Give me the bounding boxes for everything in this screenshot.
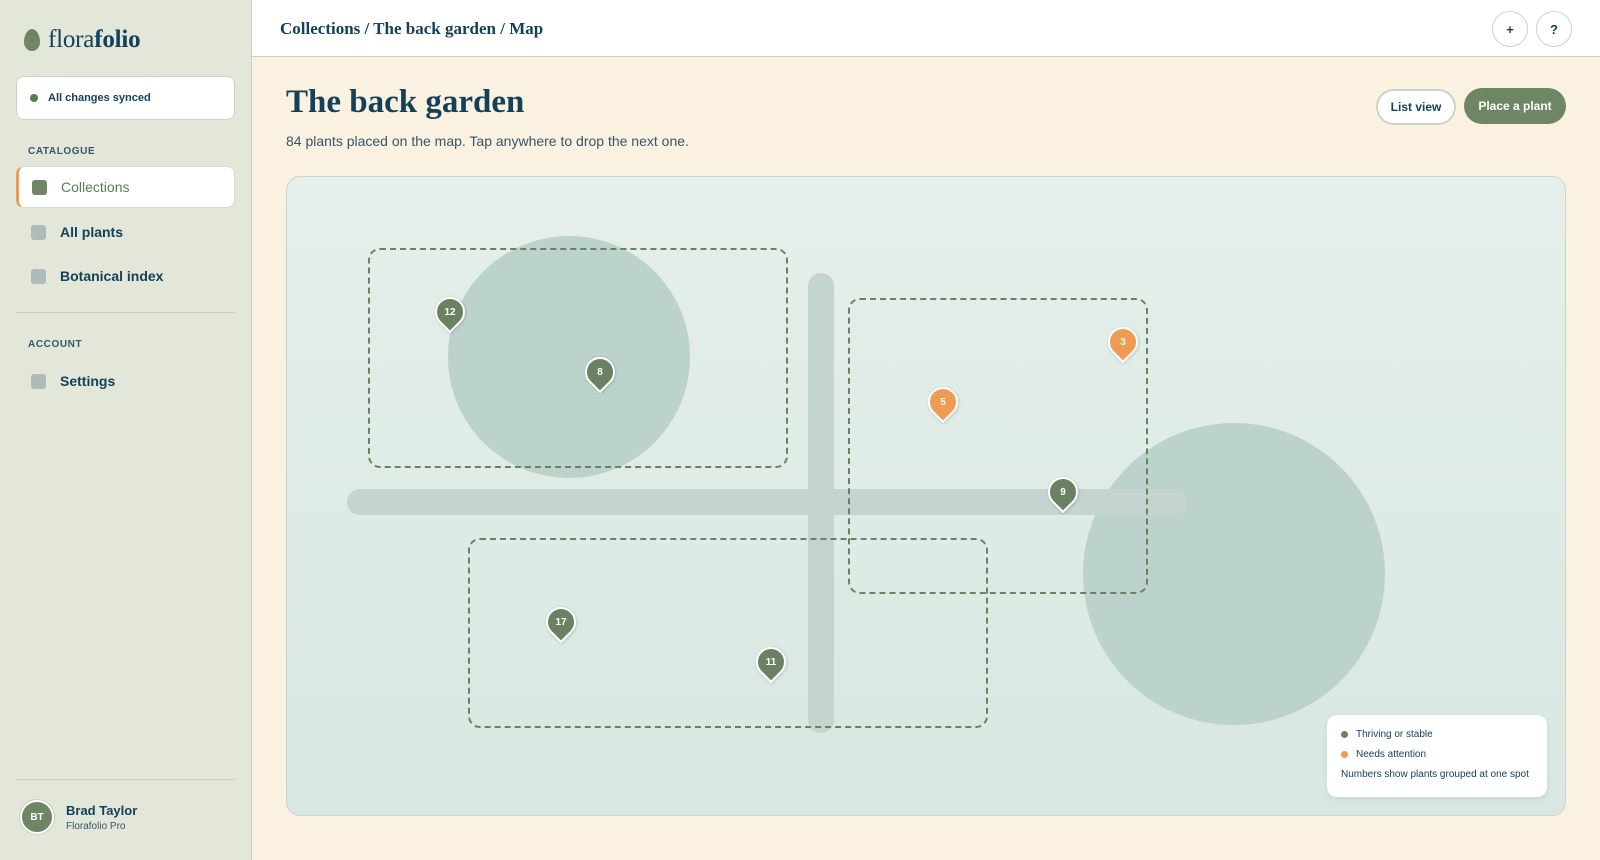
garden-map[interactable]: 12 8 3 5 9 17 11 Thriving or stable Need… [286,176,1566,816]
page-title: The back garden [286,84,525,120]
user-plan: Florafolio Pro [66,820,126,832]
pin-count: 11 [765,656,777,668]
thriving-dot-icon [1341,731,1348,738]
user-name: Brad Taylor [66,802,138,818]
sidebar-divider [16,779,235,780]
pin-count: 9 [1060,486,1066,498]
top-bar: Collections / The back garden / Map + ? [252,0,1600,57]
collections-icon [32,179,47,195]
pin-count: 3 [1120,336,1126,348]
plants-icon [31,224,46,240]
catalogue-section-label: CATALOGUE [28,146,96,157]
index-icon [31,268,46,284]
map-legend: Thriving or stable Needs attention Numbe… [1327,715,1547,797]
pin-count: 17 [555,616,567,628]
logo-text: florafolio [48,26,141,53]
add-button[interactable]: + [1492,11,1528,47]
help-button[interactable]: ? [1536,11,1572,47]
settings-icon [31,373,46,389]
breadcrumb: Collections / The back garden / Map [280,19,544,38]
legend-label: Needs attention [1356,749,1427,760]
legend-row-thriving: Thriving or stable [1341,729,1533,740]
attention-dot-icon [1341,751,1348,758]
pin-count: 8 [597,366,603,378]
sync-status-text: All changes synced [48,92,151,104]
sidebar-item-label: All plants [60,224,124,240]
pin-count: 12 [444,306,456,318]
leaf-icon [24,29,40,51]
sidebar-item-botanical-index[interactable]: Botanical index [16,255,235,297]
garden-bed[interactable] [368,248,788,468]
sync-dot-icon [30,94,38,102]
sidebar-item-label: Settings [60,373,116,389]
pin-count: 5 [940,396,946,408]
sidebar-item-label: Botanical index [60,268,164,284]
sidebar: florafolio All changes synced CATALOGUE … [0,0,252,860]
avatar: BT [20,800,54,834]
page-subtitle: 84 plants placed on the map. Tap anywher… [286,133,689,149]
sidebar-item-collections[interactable]: Collections [16,166,235,208]
legend-label: Thriving or stable [1356,729,1433,740]
user-profile[interactable]: BT Brad Taylor Florafolio Pro [20,800,137,834]
sidebar-item-label: Collections [61,179,130,195]
legend-note: Numbers show plants grouped at one spot [1341,769,1529,780]
list-view-button[interactable]: List view [1376,89,1456,125]
sidebar-item-all-plants[interactable]: All plants [16,211,235,253]
place-plant-button[interactable]: Place a plant [1464,88,1566,124]
garden-bed[interactable] [468,538,988,728]
legend-row-attention: Needs attention [1341,749,1533,760]
sidebar-item-settings[interactable]: Settings [16,360,235,402]
account-section-label: ACCOUNT [28,339,83,350]
sync-status: All changes synced [16,76,235,120]
sidebar-divider [16,312,235,313]
app-logo[interactable]: florafolio [24,26,141,54]
